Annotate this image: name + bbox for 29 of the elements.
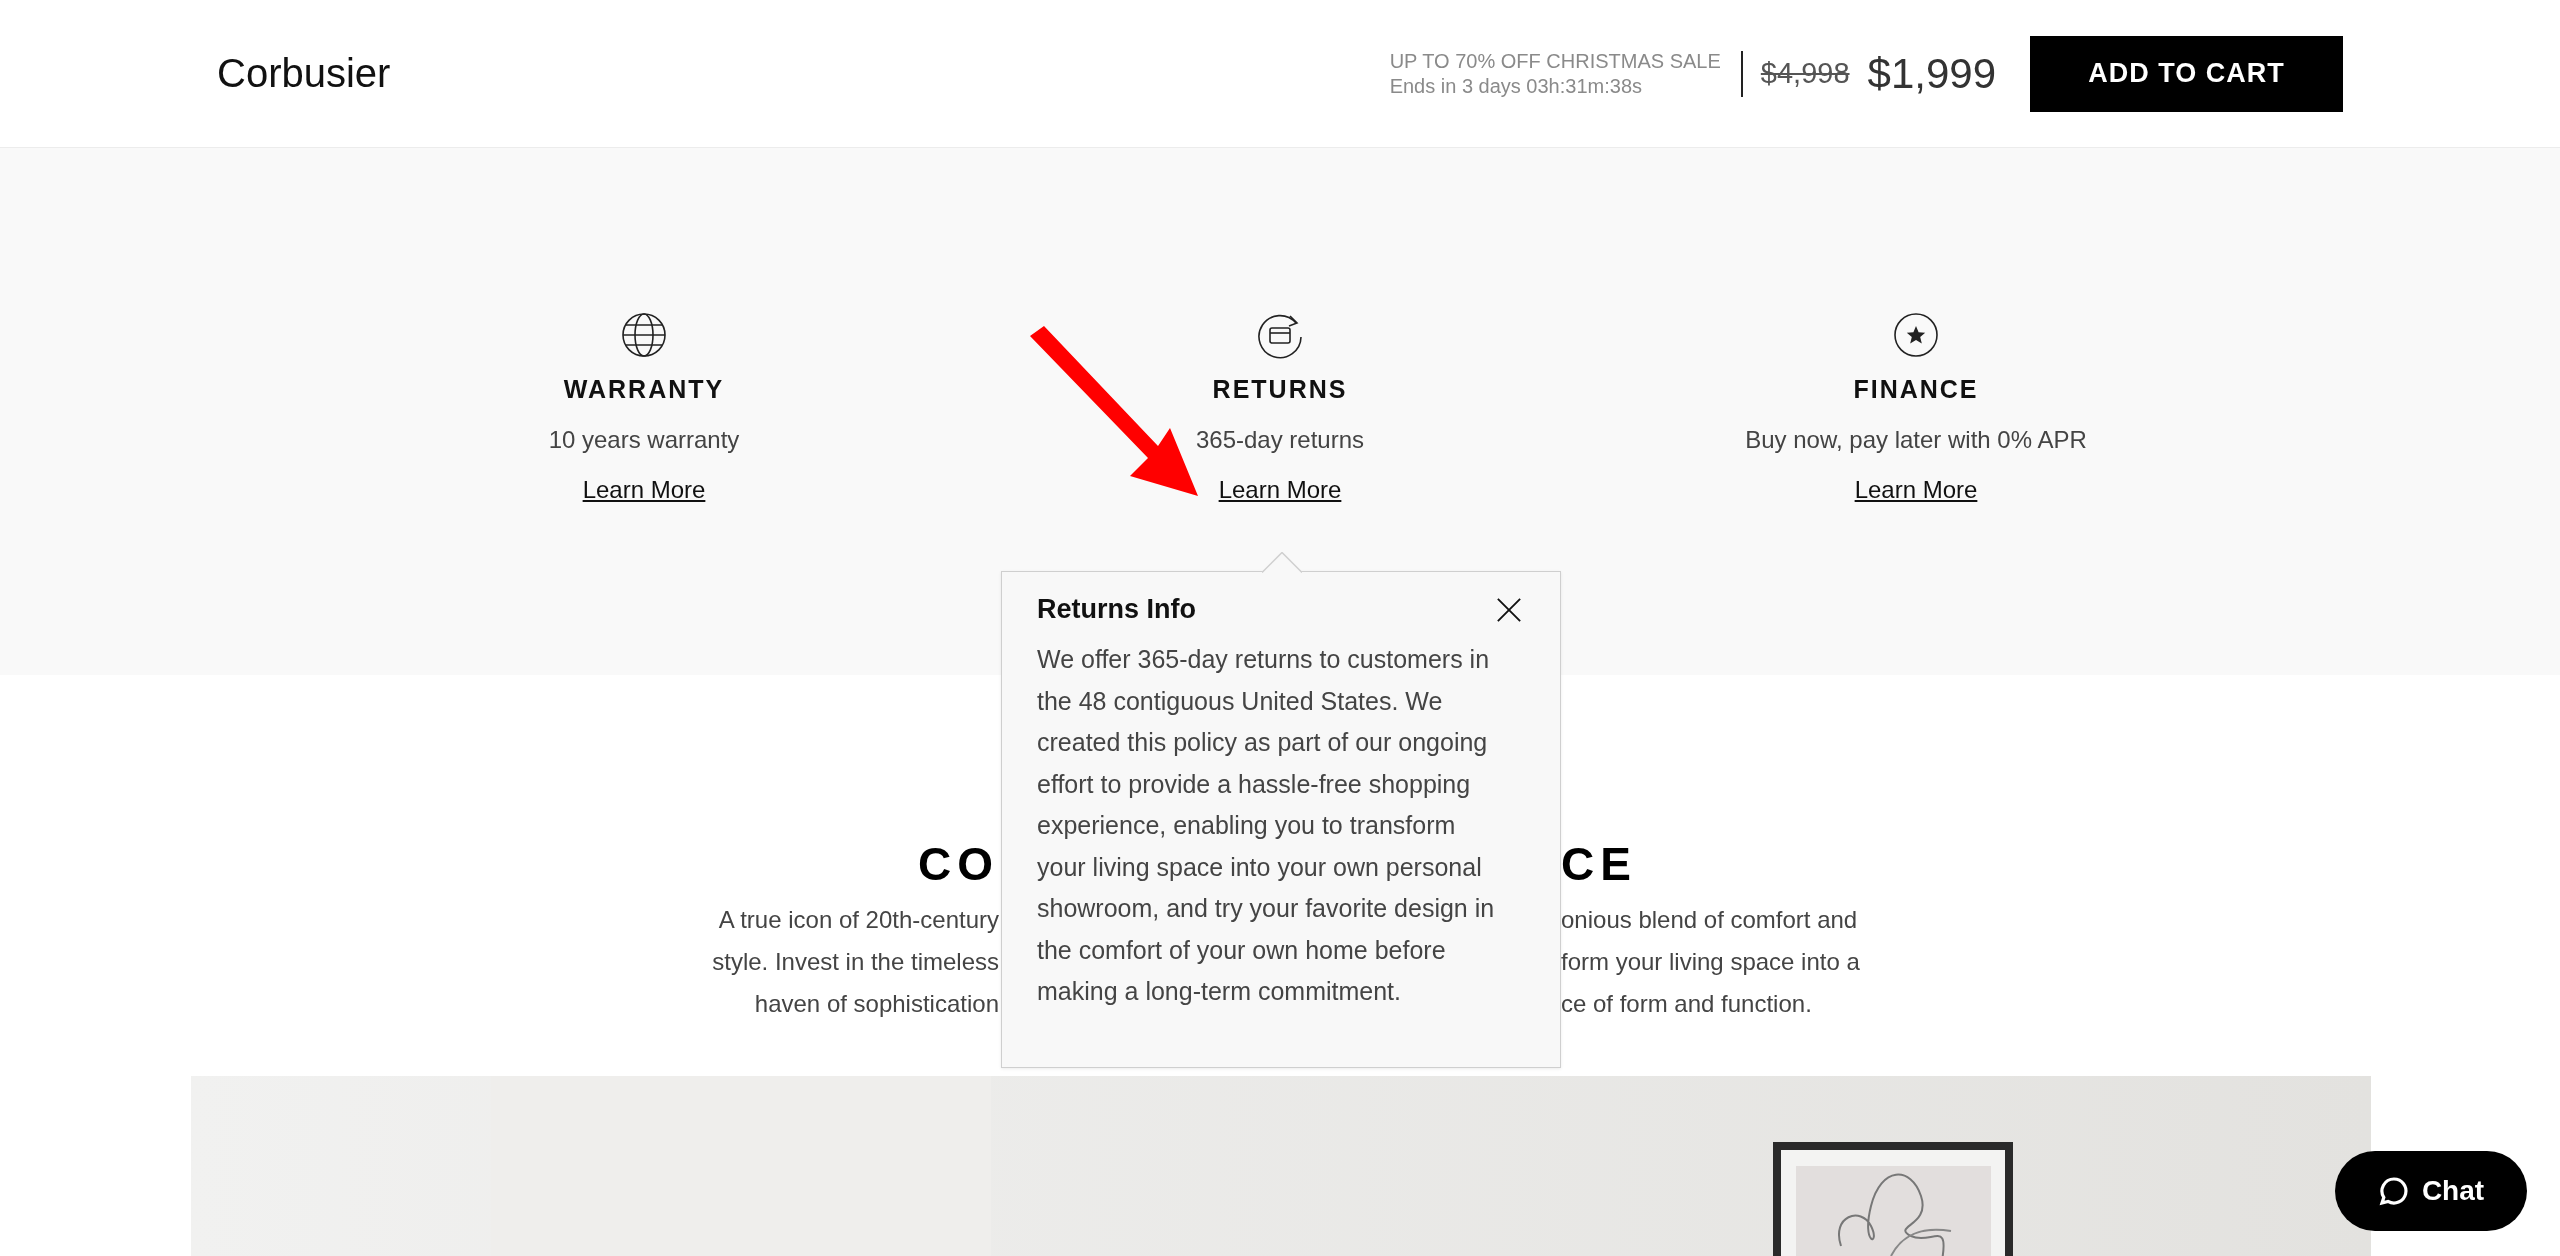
feature-title: RETURNS [1212, 375, 1348, 404]
price: $1,999 [1867, 49, 1996, 98]
description-text: haven of sophistication [753, 989, 999, 1019]
speech-bubble-icon [2377, 1175, 2410, 1207]
learn-more-link[interactable]: Learn More [1854, 476, 1978, 504]
sale-title: UP TO 70% OFF CHRISTMAS SALE [1389, 49, 1721, 73]
collection-heading: CO [917, 837, 999, 891]
collection-heading: CE [1561, 837, 1638, 891]
close-icon[interactable] [1496, 596, 1522, 623]
globe-icon [620, 311, 668, 359]
popover-title: Returns Info [1037, 594, 1196, 625]
popover-text: We offer 365-day returns to customers in the 48 contiguous United States. We created this policy as part of our ongoing effort to provide a hassle-free shopping experience, enabling you to transform your living space into your own personal showroom, and try your favorite design in the comfort of your own home before making a long-term commitment. [1037, 644, 1496, 1007]
description-text: onious blend of comfort and [1561, 905, 1859, 935]
feature-text: 365-day returns [1195, 426, 1365, 454]
learn-more-link[interactable]: Learn More [582, 476, 706, 504]
feature-title: WARRANTY [563, 375, 725, 404]
description-text: A true icon of 20th-century [717, 905, 999, 935]
feature-title: FINANCE [1853, 375, 1979, 404]
add-to-cart-button[interactable]: ADD TO CART [2030, 35, 2343, 112]
learn-more-link[interactable]: Learn More [1218, 476, 1342, 504]
old-price: $4,998 [1760, 57, 1850, 90]
description-text: ce of form and function. [1561, 989, 1813, 1019]
feature-text: Buy now, pay later with 0% APR [1745, 426, 2087, 454]
brand-logo[interactable]: Corbusier [217, 51, 391, 96]
description-text: style. Invest in the timeless [711, 947, 999, 977]
feature-text: 10 years warranty [548, 426, 740, 454]
sale-countdown: Ends in 3 days 03h:31m:38s [1389, 74, 1643, 98]
chat-button[interactable]: Chat [2335, 1151, 2527, 1231]
description-text: form your living space into a [1561, 947, 1861, 977]
